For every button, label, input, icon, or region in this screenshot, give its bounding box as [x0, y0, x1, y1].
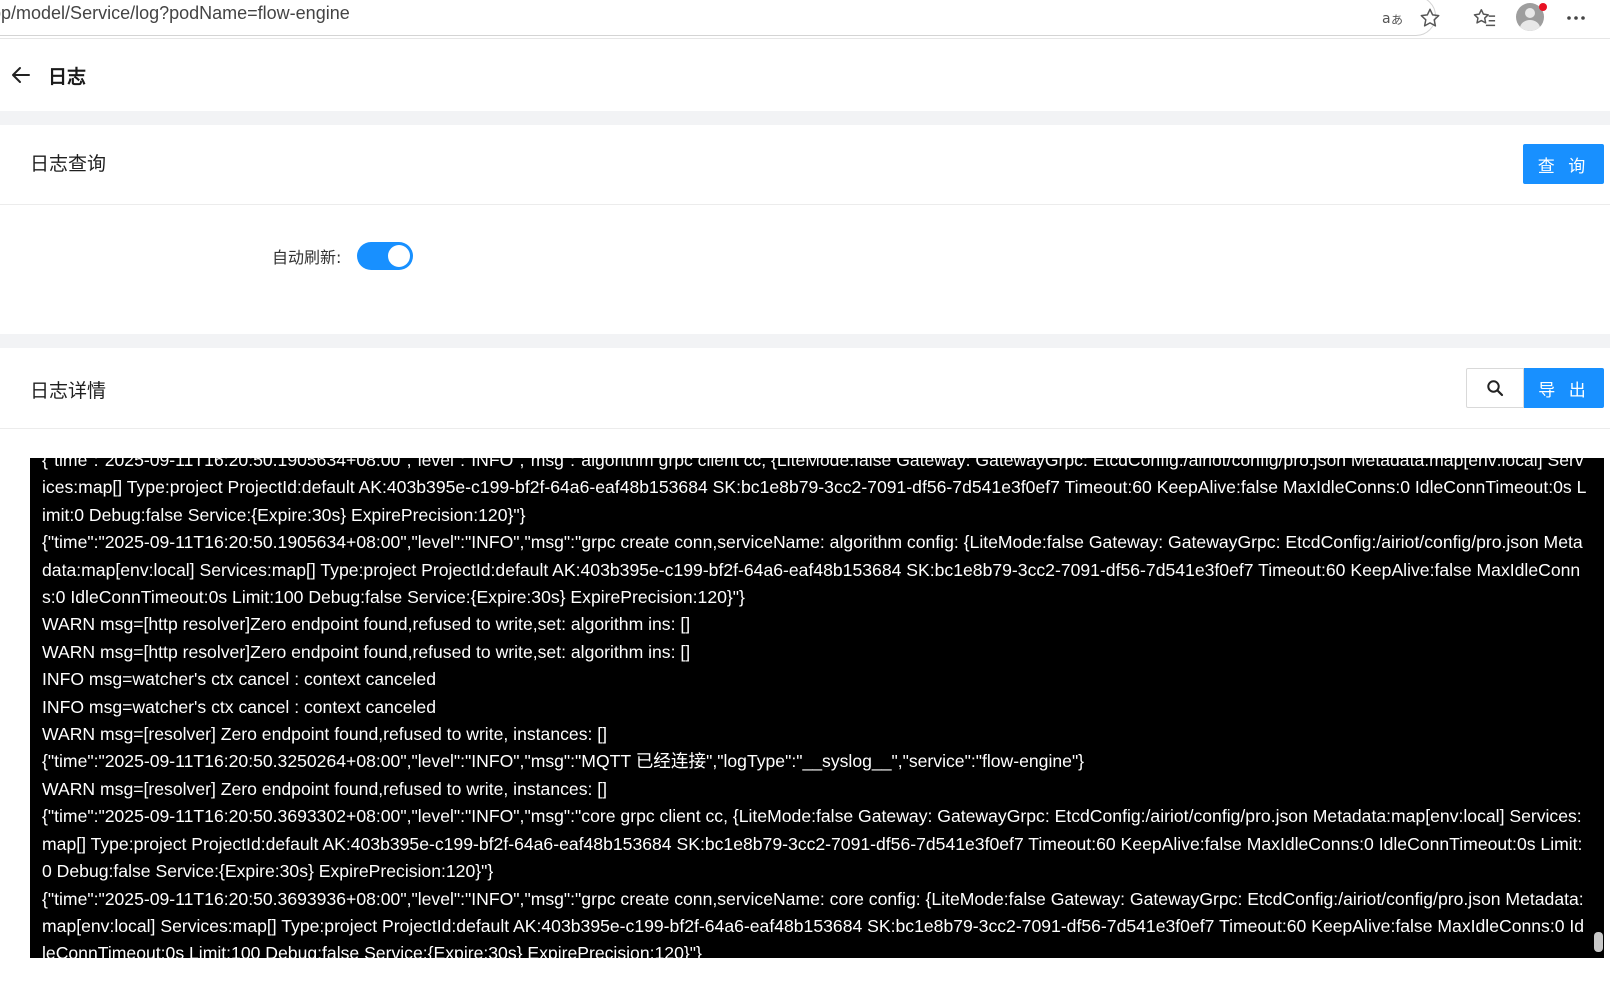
log-line: {"time":"2025-09-11T16:20:50.3693936+08:…: [42, 888, 1585, 959]
address-bar[interactable]: app/model/Service/log?podName=flow-engin…: [0, 0, 1436, 36]
search-icon: [1487, 380, 1504, 397]
log-line: {"time":"2025-09-11T16:20:50.1905634+08:…: [42, 532, 1583, 608]
log-output-panel[interactable]: {"time":"2025-09-11T16:20:50.1905634+08:…: [30, 458, 1604, 958]
svg-text:a: a: [1382, 11, 1391, 27]
toggle-knob: [388, 245, 410, 267]
log-line: WARN msg=[http resolver]Zero endpoint fo…: [42, 641, 691, 662]
favorites-list-icon[interactable]: [1472, 5, 1498, 31]
query-button[interactable]: 查 询: [1523, 144, 1604, 184]
log-line: WARN msg=[http resolver]Zero endpoint fo…: [42, 614, 691, 635]
log-line: WARN msg=[resolver] Zero endpoint found,…: [42, 778, 608, 799]
section-gap: [0, 111, 1610, 125]
section-gap: [0, 334, 1610, 348]
svg-text:あ: あ: [1391, 13, 1403, 27]
log-line: INFO msg=watcher's ctx cancel : context …: [42, 669, 437, 690]
favorite-star-icon[interactable]: [1417, 5, 1443, 31]
log-detail-title: 日志详情: [30, 380, 107, 402]
card-divider: [0, 428, 1610, 429]
log-line: {"time":"2025-09-11T16:20:50.3693302+08:…: [42, 806, 1583, 882]
page-title: 日志: [48, 66, 87, 88]
auto-refresh-toggle[interactable]: [357, 242, 413, 270]
export-button[interactable]: 导 出: [1524, 368, 1604, 408]
address-bar-url[interactable]: app/model/Service/log?podName=flow-engin…: [0, 3, 350, 24]
log-scrollbar-thumb[interactable]: [1594, 932, 1603, 952]
log-content: {"time":"2025-09-11T16:20:50.1905634+08:…: [42, 458, 1587, 958]
log-line: {"time":"2025-09-11T16:20:50.1905634+08:…: [42, 458, 1587, 525]
log-scrollbar[interactable]: [1592, 458, 1604, 958]
back-arrow-icon[interactable]: [10, 64, 32, 86]
page-header: 日志: [0, 39, 1610, 111]
log-line: INFO msg=watcher's ctx cancel : context …: [42, 696, 437, 717]
browser-toolbar: app/model/Service/log?podName=flow-engin…: [0, 0, 1610, 38]
log-search-button[interactable]: [1466, 368, 1524, 408]
log-line: WARN msg=[resolver] Zero endpoint found,…: [42, 724, 608, 745]
auto-refresh-label: 自动刷新:: [272, 248, 342, 267]
log-query-card: 日志查询: [0, 125, 1610, 334]
log-line: {"time":"2025-09-11T16:20:50.3250264+08:…: [42, 751, 1085, 772]
read-aloud-icon[interactable]: a あ: [1380, 5, 1406, 31]
notification-dot: [1539, 3, 1547, 11]
more-menu-icon[interactable]: [1563, 5, 1589, 31]
log-query-title: 日志查询: [30, 153, 107, 175]
card-divider: [0, 204, 1610, 205]
